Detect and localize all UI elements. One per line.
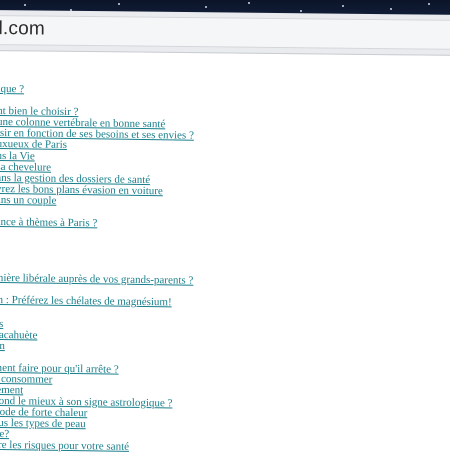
address-bar-url[interactable]: el.com <box>0 18 45 41</box>
article-link[interactable]: ous les types de peau <box>0 417 86 430</box>
article-link[interactable]: dre les risques pour votre santé <box>0 439 129 453</box>
article-link[interactable]: on <box>0 340 5 352</box>
page-content: ique ? nt bien le choisir ? une colonne … <box>0 52 450 456</box>
article-link[interactable]: cacahuète <box>0 329 37 342</box>
address-bar[interactable]: el.com <box>0 14 450 50</box>
article-link[interactable]: ance à thèmes à Paris ? <box>0 216 97 229</box>
browser-toolbar: el.com <box>0 10 450 56</box>
article-link[interactable]: ans un couple <box>0 194 56 207</box>
article-link[interactable]: uxueux de Paris <box>0 138 67 151</box>
article-link[interactable]: m : Préférez les chélates de magnésium! <box>0 294 172 308</box>
article-link[interactable]: mière libérale auprès de vos grands-pare… <box>0 272 193 287</box>
article-link[interactable]: ique ? <box>0 83 24 95</box>
